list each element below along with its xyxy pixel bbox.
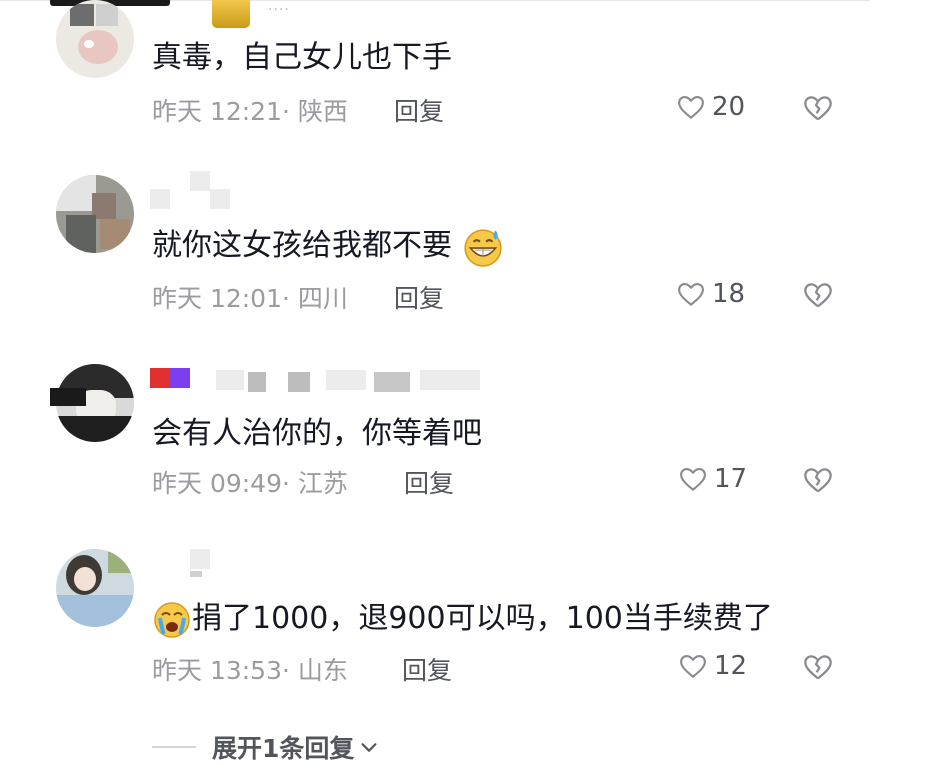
comment-text: 真毒，自己女儿也下手 [152, 40, 452, 75]
reply-button[interactable]: 回复 [404, 464, 454, 500]
broken-heart-icon[interactable] [802, 464, 834, 496]
expand-replies-button[interactable]: 展开1条回复 [152, 729, 380, 765]
like-count: 20 [712, 92, 746, 122]
comment-time-location: 昨天 12:21· 陕西 [152, 97, 348, 126]
expand-replies-label: 展开1条回复 [212, 734, 355, 763]
avatar[interactable] [56, 175, 134, 253]
avatar[interactable] [56, 0, 134, 78]
avatar-overlay-blur [50, 388, 86, 406]
comment-item: 捐了1000，退900可以吗，100当手续费了 昨天 13:53· 山东 回复 … [0, 545, 940, 725]
like-count: 18 [712, 279, 746, 309]
like-count: 17 [714, 464, 748, 494]
reply-button[interactable]: 回复 [402, 651, 452, 687]
like-button[interactable]: 18 [676, 279, 745, 309]
heart-icon [680, 467, 706, 491]
comment-time-location: 昨天 13:53· 山东 [152, 656, 348, 685]
like-count: 12 [714, 651, 748, 681]
broken-heart-icon[interactable] [802, 279, 834, 311]
heart-icon [680, 654, 706, 678]
broken-heart-icon[interactable] [802, 92, 834, 124]
broken-heart-icon[interactable] [802, 651, 834, 683]
comment-item: 会有人治你的，你等着吧 昨天 09:49· 江苏 回复 17 [0, 360, 940, 540]
comment-text: 捐了1000，退900可以吗，100当手续费了 [152, 593, 773, 640]
like-button[interactable]: 17 [678, 464, 747, 494]
crying-face-emoji-icon [154, 601, 190, 638]
sweat-grin-emoji-icon [463, 228, 502, 267]
like-button[interactable]: 12 [678, 651, 747, 681]
comment-text: 就你这女孩给我都不要 [152, 220, 504, 268]
reply-button[interactable]: 回复 [394, 92, 444, 128]
comment-item: 就你这女孩给我都不要 昨天 12:01· 四川 回复 18 [0, 171, 940, 355]
comment-text: 会有人治你的，你等着吧 [152, 416, 482, 451]
avatar[interactable] [56, 549, 134, 627]
chevron-down-icon [361, 743, 377, 752]
reply-button[interactable]: 回复 [394, 279, 444, 315]
heart-icon [678, 282, 704, 306]
comment-time-location: 昨天 09:49· 江苏 [152, 469, 348, 498]
like-button[interactable]: 20 [676, 92, 745, 122]
expand-divider [152, 746, 196, 748]
comment-time-location: 昨天 12:01· 四川 [152, 284, 348, 313]
comment-item: 真毒，自己女儿也下手 昨天 12:21· 陕西 回复 20 [0, 0, 940, 180]
heart-icon [678, 95, 704, 119]
